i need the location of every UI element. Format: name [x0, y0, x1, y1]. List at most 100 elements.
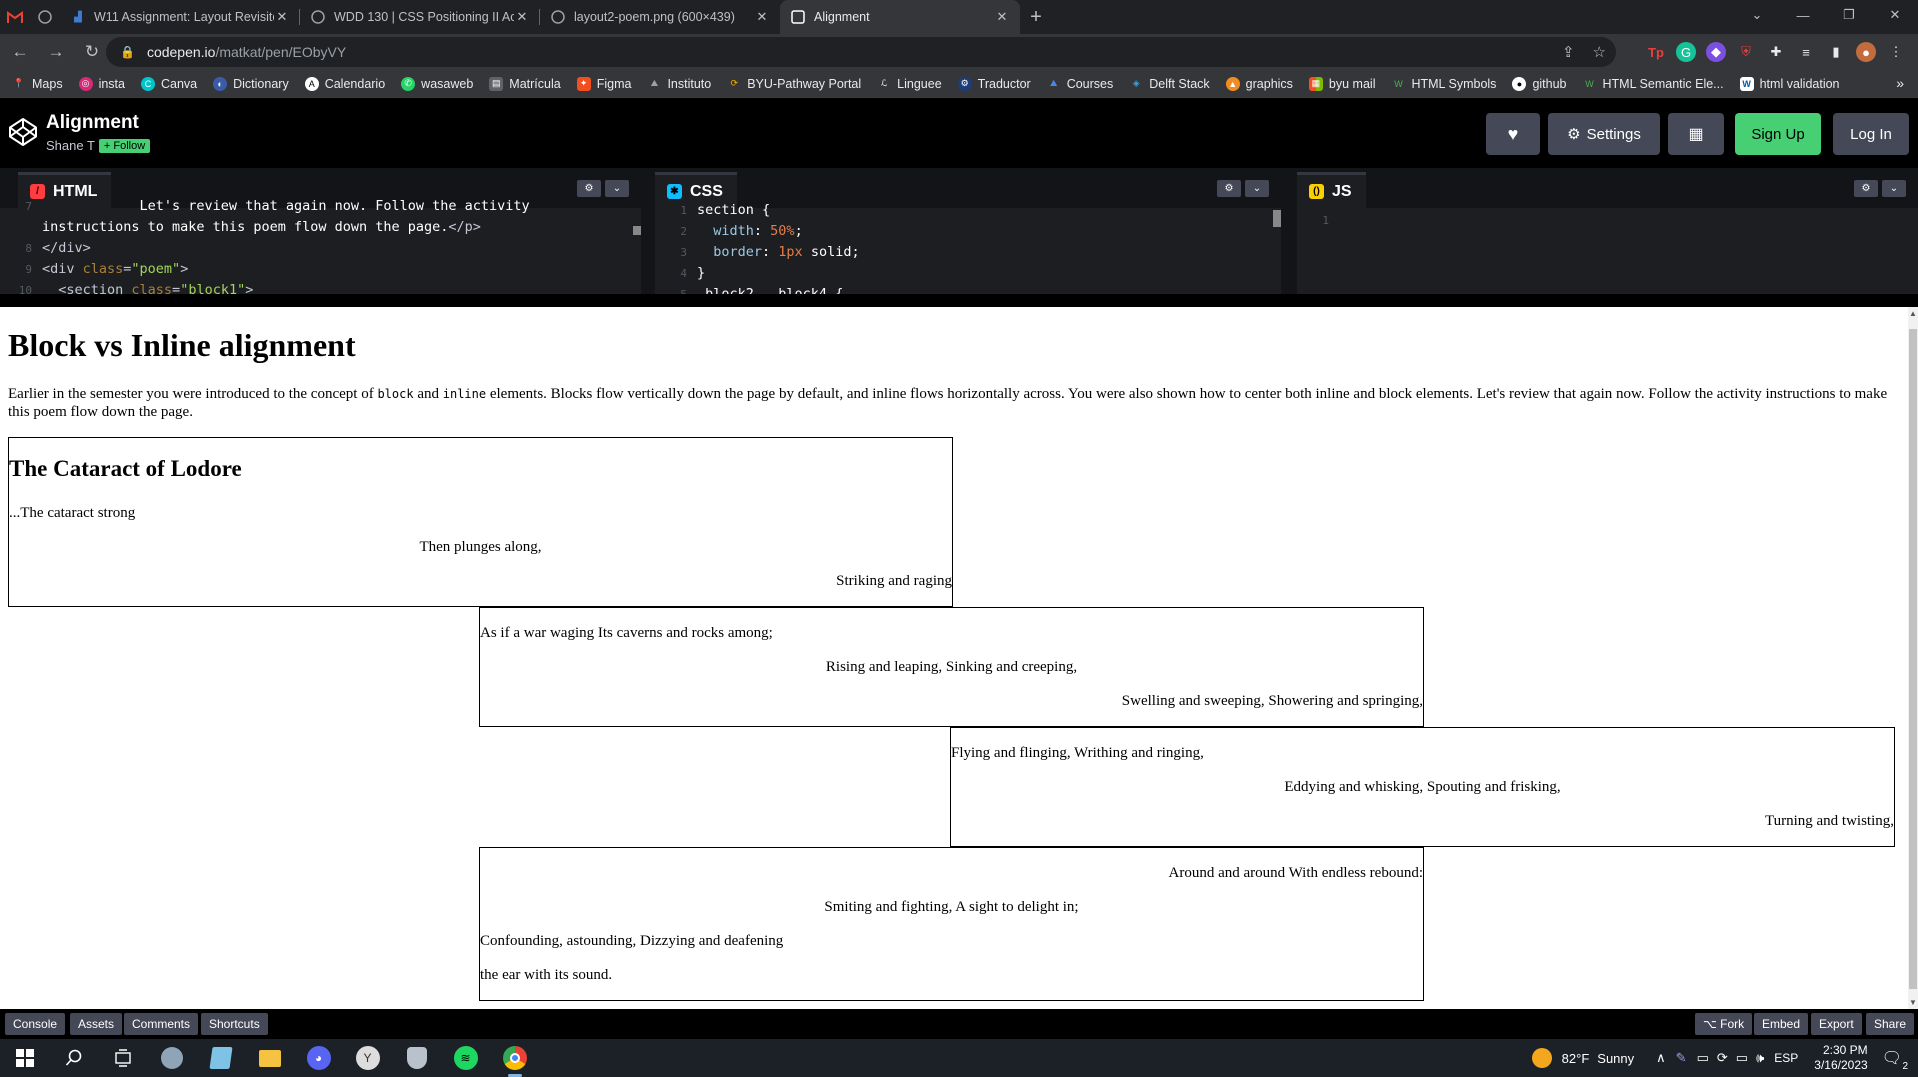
bookmark-byu-mail[interactable]: ▦ byu mail — [1308, 76, 1375, 91]
editor-result-resizer[interactable] — [0, 294, 1918, 307]
comments-button[interactable]: Comments — [124, 1013, 199, 1035]
pinned-tab-gmail[interactable] — [0, 0, 30, 34]
bookmark-html-symbols[interactable]: W HTML Symbols — [1391, 77, 1496, 91]
reload-button[interactable]: ↻ — [76, 36, 108, 68]
weather-temp[interactable]: 82°F — [1562, 1051, 1590, 1066]
js-code-area[interactable]: 1 — [1297, 210, 1918, 294]
settings-button[interactable]: ⚙ Settings — [1548, 113, 1660, 155]
close-tab-icon[interactable]: ✕ — [754, 9, 770, 25]
follow-button[interactable]: + Follow — [98, 138, 151, 153]
yuzu-icon[interactable]: Y — [343, 1039, 392, 1077]
bookmark-traductor[interactable]: ⚙ Traductor — [957, 76, 1031, 91]
spotify-icon[interactable]: ≋ — [441, 1039, 490, 1077]
js-editor-tab[interactable]: () JS — [1297, 172, 1366, 208]
task-view-icon[interactable] — [98, 1039, 147, 1077]
discord-icon[interactable]: ◕ — [294, 1039, 343, 1077]
bookmarks-overflow-button[interactable]: » — [1896, 75, 1904, 91]
html-code-area[interactable]: 7 Let's review that again now. Follow th… — [0, 196, 641, 294]
extension-shield-icon[interactable]: ⛨ — [1736, 42, 1756, 62]
bookmark-maps[interactable]: 📍 Maps — [12, 77, 62, 91]
windows-start-icon[interactable] — [0, 1039, 49, 1077]
bookmark-linguee[interactable]: ℒ Linguee — [877, 77, 942, 91]
bookmark-dictionary[interactable]: ◐ Dictionary — [213, 76, 289, 91]
embed-button[interactable]: Embed — [1754, 1013, 1809, 1035]
file-explorer-icon[interactable] — [245, 1039, 294, 1077]
clock[interactable]: 2:30 PM 3/16/2023 — [1814, 1043, 1867, 1073]
address-bar[interactable]: 🔒 codepen.io/matkat/pen/EObyVY ⇪ ☆ — [106, 37, 1616, 67]
shield-app-icon[interactable] — [392, 1039, 441, 1077]
bookmark-courses[interactable]: ⛰ Courses — [1047, 77, 1113, 91]
bookmark-wasaweb[interactable]: ✆ wasaweb — [401, 76, 473, 91]
weather-sun-icon[interactable] — [1531, 1048, 1552, 1068]
bookmark-html-semantic[interactable]: W HTML Semantic Ele... — [1583, 77, 1723, 91]
bookmark-matricula[interactable]: ▤ Matrícula — [489, 76, 561, 91]
tab-search-icon[interactable]: ⌄ — [1734, 0, 1780, 30]
bookmark-star-icon[interactable]: ☆ — [1593, 43, 1606, 61]
bookmark-instituto[interactable]: ⛰ Instituto — [647, 77, 712, 91]
bookmark-insta[interactable]: ◎ insta — [78, 76, 125, 91]
js-editor[interactable]: () JS ⚙ ⌄ 1 — [1297, 168, 1918, 294]
close-tab-icon[interactable]: ✕ — [514, 9, 530, 25]
preview-scrollbar-thumb[interactable] — [1909, 329, 1917, 989]
assets-button[interactable]: Assets — [70, 1013, 123, 1035]
network-icon[interactable]: ▭ — [1736, 1050, 1748, 1066]
back-button[interactable]: ← — [4, 36, 36, 68]
language-indicator[interactable]: ESP — [1774, 1051, 1798, 1065]
extension-tp-icon[interactable]: Tp — [1646, 42, 1666, 62]
close-window-button[interactable]: ✕ — [1872, 0, 1918, 30]
tray-overflow-icon[interactable]: ∧ — [1656, 1050, 1666, 1066]
pen-title[interactable]: Alignment — [46, 112, 139, 134]
new-tab-button[interactable]: + — [1020, 0, 1052, 34]
editor-resize-handle[interactable] — [641, 168, 655, 294]
css-code-area[interactable]: 1 section {2 width: 50%; 3 border: 1px sol… — [655, 200, 1281, 294]
close-tab-icon[interactable]: ✕ — [274, 9, 290, 25]
editor-resize-handle[interactable] — [1281, 168, 1297, 294]
bookmark-figma[interactable]: ✦ Figma — [576, 76, 631, 91]
bookmark-delft-stack[interactable]: ◈ Delft Stack — [1129, 77, 1210, 91]
share-button[interactable]: Share — [1866, 1013, 1915, 1035]
search-icon[interactable] — [49, 1039, 98, 1077]
pinned-tab-2[interactable] — [30, 0, 60, 34]
sign-up-button[interactable]: Sign Up — [1735, 113, 1821, 155]
bookmark-calendario[interactable]: A Calendario — [304, 76, 385, 91]
notification-center-icon[interactable]: 🗨 2 — [1882, 1048, 1908, 1072]
console-button[interactable]: Console — [5, 1013, 66, 1035]
editor-settings-icon[interactable]: ⚙ — [577, 180, 601, 197]
extension-purple-icon[interactable]: ◆ — [1706, 42, 1726, 62]
editor-settings-icon[interactable]: ⚙ — [1217, 180, 1241, 197]
chevron-down-icon[interactable]: ⌄ — [1882, 180, 1906, 197]
preview-scrollbar[interactable]: ▲ ▼ — [1908, 307, 1918, 1009]
log-in-button[interactable]: Log In — [1833, 113, 1909, 155]
sync-icon[interactable]: ⟳ — [1717, 1050, 1728, 1066]
chrome-menu-icon[interactable]: ⋮ — [1886, 42, 1906, 62]
chevron-down-icon[interactable]: ⌄ — [605, 180, 629, 197]
export-button[interactable]: Export — [1811, 1013, 1862, 1035]
css-editor[interactable]: ✱ CSS ⚙ ⌄ 1 section {2 width: 50%; 3 borde… — [655, 168, 1281, 294]
tab-layout2-poem[interactable]: layout2-poem.png (600×439) ✕ — [540, 0, 780, 34]
minimize-button[interactable]: — — [1780, 0, 1826, 30]
tab-w11-assignment[interactable]: ▟ W11 Assignment: Layout Revisite ✕ — [60, 0, 300, 34]
extensions-puzzle-icon[interactable]: ✚ — [1766, 42, 1786, 62]
bookmark-byu-pathway[interactable]: ⟳ BYU-Pathway Portal — [727, 77, 861, 91]
chevron-down-icon[interactable]: ⌄ — [1245, 180, 1269, 197]
app-icon[interactable] — [147, 1039, 196, 1077]
volume-icon[interactable]: 🕪 — [1756, 1050, 1764, 1066]
close-tab-icon[interactable]: ✕ — [994, 9, 1010, 25]
fork-button[interactable]: ⌥ Fork — [1695, 1013, 1753, 1035]
shortcuts-button[interactable]: Shortcuts — [201, 1013, 268, 1035]
meet-now-icon[interactable]: ▭ — [1697, 1050, 1709, 1066]
reading-list-icon[interactable]: ≡ — [1796, 42, 1816, 62]
codepen-logo-icon[interactable] — [8, 117, 38, 147]
profile-avatar[interactable]: ● — [1856, 42, 1876, 62]
author-name[interactable]: Shane T — [46, 138, 95, 153]
html-editor[interactable]: / HTML ⚙ ⌄ 7 Let's review that again now… — [0, 168, 641, 294]
tab-wdd130[interactable]: WDD 130 | CSS Positioning II Act ✕ — [300, 0, 540, 34]
bookmark-github[interactable]: ● github — [1512, 76, 1567, 91]
restore-button[interactable]: ❐ — [1826, 0, 1872, 30]
notepad-icon[interactable] — [196, 1039, 245, 1077]
tab-alignment[interactable]: Alignment ✕ — [780, 0, 1020, 34]
grammarly-icon[interactable]: G — [1676, 42, 1696, 62]
love-button[interactable]: ♥ — [1486, 113, 1540, 155]
bookmark-canva[interactable]: C Canva — [140, 76, 197, 91]
weather-text[interactable]: Sunny — [1597, 1051, 1634, 1066]
